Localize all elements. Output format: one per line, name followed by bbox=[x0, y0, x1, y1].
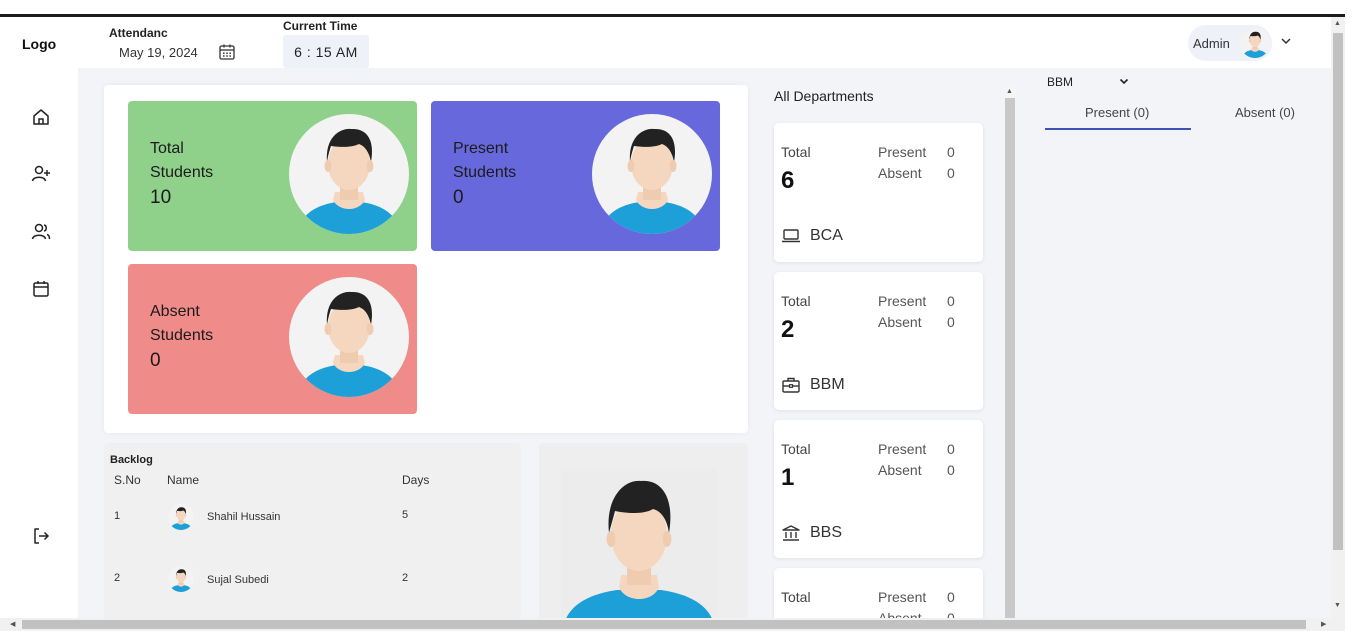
student-avatar bbox=[592, 114, 712, 234]
department-name: BCA bbox=[810, 227, 843, 244]
student-photo-card bbox=[539, 443, 748, 623]
column-header-sno: S.No bbox=[114, 473, 141, 487]
absent-value: 0 bbox=[947, 165, 955, 181]
total-value: 6 bbox=[781, 167, 795, 194]
present-label: Present bbox=[878, 441, 927, 457]
total-students-value: 10 bbox=[150, 187, 172, 208]
department-card-bbm[interactable]: Total 2 Present 0 Absent 0 BBM bbox=[774, 272, 983, 410]
column-header-name: Name bbox=[167, 473, 200, 487]
row-days: 2 bbox=[402, 572, 409, 584]
logout-icon[interactable] bbox=[31, 526, 51, 546]
scroll-up-arrow[interactable]: ▲ bbox=[1334, 20, 1341, 27]
departments-title: All Departments bbox=[774, 88, 874, 104]
present-value: 0 bbox=[947, 589, 955, 605]
student-avatar bbox=[168, 504, 194, 530]
total-value: 2 bbox=[781, 316, 795, 343]
backlog-table: Backlog S.No Name Days 1 Shahil Hussain … bbox=[104, 443, 521, 623]
total-students-card[interactable]: Total Students 10 bbox=[128, 101, 417, 251]
app-logo[interactable]: Logo bbox=[22, 36, 56, 52]
present-students-value: 0 bbox=[453, 187, 464, 208]
row-name: Shahil Hussain bbox=[207, 511, 281, 523]
absent-label: Absent bbox=[878, 165, 922, 181]
absent-label: Absent bbox=[878, 462, 922, 478]
total-label: Total bbox=[781, 144, 811, 160]
department-name: BBM bbox=[810, 376, 845, 393]
row-name: Sujal Subedi bbox=[207, 574, 269, 586]
scroll-right-arrow[interactable]: ▶ bbox=[1321, 620, 1326, 628]
absent-value: 0 bbox=[947, 314, 955, 330]
admin-name[interactable]: Admin bbox=[1193, 36, 1230, 51]
department-card-bbs[interactable]: Total 1 Present 0 Absent 0 BBS bbox=[774, 420, 983, 558]
chevron-down-icon[interactable] bbox=[1279, 36, 1293, 46]
attendance-title: Attendanc bbox=[109, 26, 168, 40]
current-time-title: Current Time bbox=[283, 19, 358, 33]
top-border bbox=[0, 14, 1345, 17]
current-time-display: 6 : 15 AM bbox=[283, 35, 369, 68]
calendar-icon[interactable] bbox=[218, 43, 236, 61]
department-card-bca[interactable]: Total 6 Present 0 Absent 0 BCA bbox=[774, 123, 983, 262]
present-students-label: Present Students bbox=[453, 140, 517, 181]
total-students-label: Total Students bbox=[150, 140, 214, 181]
stats-panel: Total Students 10 Present Students 0 Absen… bbox=[104, 85, 748, 433]
users-icon[interactable] bbox=[31, 222, 51, 242]
bank-icon bbox=[782, 525, 800, 541]
present-value: 0 bbox=[947, 441, 955, 457]
briefcase-icon bbox=[782, 377, 800, 393]
row-sno: 2 bbox=[114, 572, 121, 584]
page-horizontal-scrollbar-thumb[interactable] bbox=[22, 620, 1306, 629]
tab-absent[interactable]: Absent (0) bbox=[1235, 105, 1295, 120]
total-label: Total bbox=[781, 441, 811, 457]
present-value: 0 bbox=[947, 293, 955, 309]
backlog-title: Backlog bbox=[110, 454, 153, 466]
active-tab-indicator bbox=[1045, 128, 1191, 130]
chevron-down-icon[interactable] bbox=[1119, 78, 1129, 85]
column-header-days: Days bbox=[402, 473, 430, 487]
departments-scrollbar-thumb[interactable] bbox=[1005, 98, 1015, 618]
scroll-up-arrow[interactable]: ▲ bbox=[1006, 88, 1013, 95]
total-label: Total bbox=[781, 293, 811, 309]
present-students-card[interactable]: Present Students 0 bbox=[431, 101, 720, 251]
student-avatar bbox=[289, 114, 409, 234]
absent-students-card[interactable]: Absent Students 0 bbox=[128, 264, 417, 414]
calendar-icon[interactable] bbox=[31, 279, 51, 299]
department-select[interactable]: BBM bbox=[1047, 75, 1073, 89]
attendance-date[interactable]: May 19, 2024 bbox=[119, 45, 198, 60]
absent-value: 0 bbox=[947, 462, 955, 478]
absent-students-label: Absent Students bbox=[150, 303, 214, 344]
admin-avatar[interactable] bbox=[1240, 28, 1270, 58]
present-label: Present bbox=[878, 144, 927, 160]
student-avatar bbox=[289, 277, 409, 397]
add-user-icon[interactable] bbox=[31, 164, 51, 184]
absent-label: Absent bbox=[878, 314, 922, 330]
row-days: 5 bbox=[402, 509, 409, 521]
scroll-down-arrow[interactable]: ▼ bbox=[1334, 602, 1341, 609]
home-icon[interactable] bbox=[31, 107, 51, 127]
present-value: 0 bbox=[947, 144, 955, 160]
present-label: Present bbox=[878, 293, 927, 309]
row-sno: 1 bbox=[114, 510, 121, 522]
present-label: Present bbox=[878, 589, 927, 605]
student-photo bbox=[561, 469, 717, 623]
scroll-left-arrow[interactable]: ◀ bbox=[10, 620, 15, 628]
laptop-icon bbox=[782, 229, 800, 243]
department-name: BBS bbox=[810, 524, 843, 541]
absent-students-value: 0 bbox=[150, 350, 161, 371]
page-vertical-scrollbar-thumb[interactable] bbox=[1333, 33, 1343, 550]
total-label: Total bbox=[781, 589, 811, 605]
tab-present[interactable]: Present (0) bbox=[1085, 105, 1149, 120]
total-value: 1 bbox=[781, 464, 795, 491]
student-avatar bbox=[168, 566, 194, 592]
